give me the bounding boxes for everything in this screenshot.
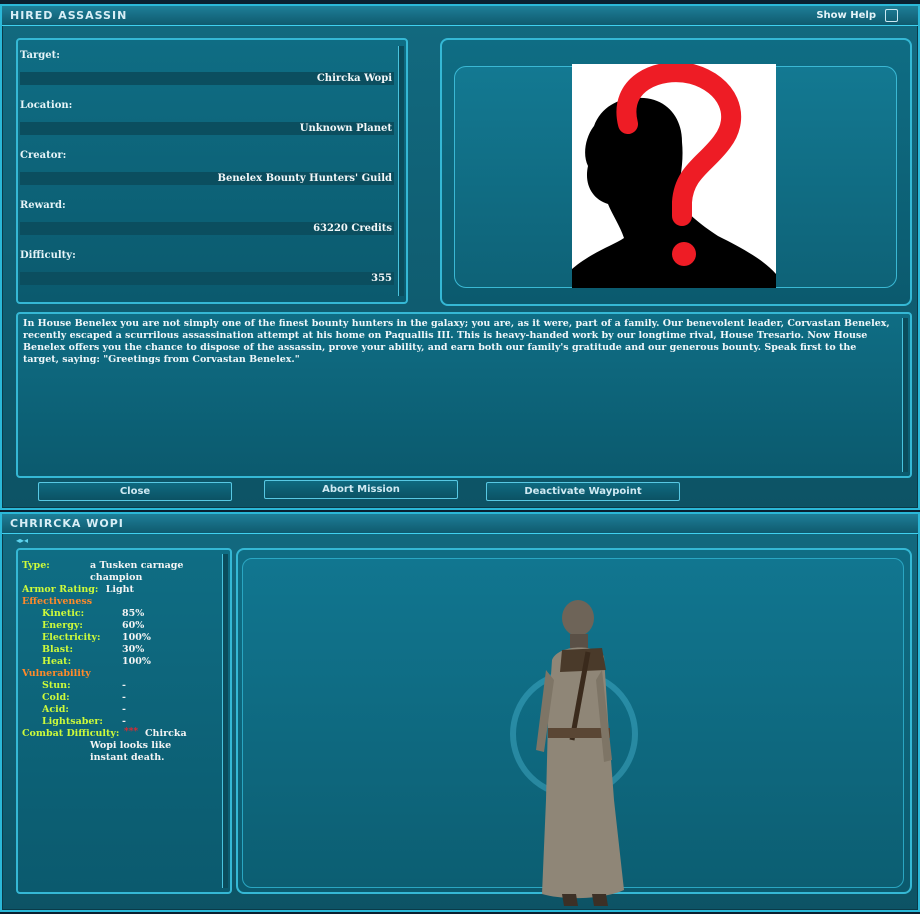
- stat-name: Energy:: [42, 620, 83, 631]
- reward-value: 63220 Credits: [313, 223, 392, 234]
- silhouette-question-icon: [572, 62, 776, 288]
- info-field-target: Target: Chircka Wopi: [18, 50, 406, 90]
- abort-mission-button[interactable]: Abort Mission: [264, 480, 458, 499]
- info-field-reward: Reward: 63220 Credits: [18, 200, 406, 240]
- close-button[interactable]: Close: [38, 482, 232, 501]
- stat-row: Kinetic: 85%: [22, 608, 144, 620]
- stat-row: Electricity: 100%: [22, 632, 151, 644]
- difficulty-value-bar: [20, 272, 394, 285]
- stat-name: Blast:: [42, 644, 74, 655]
- stat-name: Kinetic:: [42, 608, 85, 619]
- deactivate-waypoint-button[interactable]: Deactivate Waypoint: [486, 482, 680, 501]
- creature-stats-panel: Type: a Tusken carnage champion Armor Ra…: [16, 548, 232, 894]
- stat-name: Acid:: [42, 704, 69, 715]
- creature-window-title: CHRIRCKA WOPI: [10, 517, 124, 530]
- armor-row: Armor Rating: Light: [22, 584, 134, 596]
- stat-value: -: [122, 680, 126, 691]
- difficulty-value: 355: [371, 273, 392, 284]
- creator-value: Benelex Bounty Hunters' Guild: [217, 173, 392, 184]
- arrows-icon: ◂▸◂: [16, 536, 29, 545]
- info-field-creator: Creator: Benelex Bounty Hunters' Guild: [18, 150, 406, 190]
- effectiveness-header: Effectiveness: [22, 596, 93, 607]
- stat-value: 100%: [122, 632, 151, 643]
- stats-scrollbar[interactable]: [222, 554, 228, 888]
- stat-row: Cold: -: [22, 692, 134, 704]
- stat-row: Lightsaber: -: [22, 716, 134, 728]
- creature-title-bar[interactable]: CHRIRCKA WOPI: [2, 514, 918, 534]
- reward-label: Reward:: [20, 200, 66, 211]
- stat-value: -: [122, 716, 126, 727]
- stat-name: Lightsaber:: [42, 716, 103, 727]
- type-row: Type: a Tusken carnage champion: [22, 560, 183, 583]
- tusken-figure: [536, 600, 624, 906]
- target-value: Chircka Wopi: [316, 73, 392, 84]
- unknown-target-image: [572, 62, 776, 288]
- target-portrait-panel: [440, 38, 912, 306]
- stat-name: Cold:: [42, 692, 70, 703]
- stat-value: -: [122, 692, 126, 703]
- creator-label: Creator:: [20, 150, 67, 161]
- title-bar[interactable]: HIRED ASSASSIN Show Help: [2, 6, 918, 26]
- stat-value: 100%: [122, 656, 151, 667]
- description-scrollbar[interactable]: [902, 318, 908, 472]
- stat-row: Heat: 100%: [22, 656, 151, 668]
- info-scrollbar[interactable]: [398, 46, 404, 296]
- stat-value: 85%: [122, 608, 145, 619]
- stat-name: Electricity:: [42, 632, 101, 643]
- vulnerability-header: Vulnerability: [22, 668, 91, 679]
- armor-value: Light: [105, 584, 134, 595]
- type-label: Type:: [22, 560, 50, 571]
- effectiveness-header-row: Effectiveness: [22, 596, 134, 608]
- stat-row: Acid: -: [22, 704, 134, 716]
- target-label: Target:: [20, 50, 60, 61]
- info-field-location: Location: Unknown Planet: [18, 100, 406, 140]
- type-spacer: [22, 572, 134, 584]
- stat-row: Energy: 60%: [22, 620, 144, 632]
- show-help-label[interactable]: Show Help: [816, 10, 876, 21]
- difficulty-label: Difficulty:: [20, 250, 76, 261]
- vulnerability-header-row: Vulnerability: [22, 668, 134, 680]
- stat-value: -: [122, 704, 126, 715]
- stat-name: Heat:: [42, 656, 72, 667]
- info-field-difficulty: Difficulty: 355: [18, 250, 406, 290]
- window-title: HIRED ASSASSIN: [10, 9, 128, 22]
- stat-value: 30%: [122, 644, 145, 655]
- creature-viewer-panel[interactable]: [236, 548, 912, 906]
- stats-list: Type: a Tusken carnage champion Armor Ra…: [22, 560, 187, 764]
- location-value: Unknown Planet: [299, 123, 392, 134]
- armor-label: Armor Rating:: [22, 584, 99, 595]
- combat-row: Combat Difficulty: *** Chircka Wopi look…: [22, 727, 187, 764]
- stat-row: Blast: 30%: [22, 644, 144, 656]
- combat-difficulty-text: Chircka Wopi looks like instant death.: [90, 728, 187, 763]
- location-label: Location:: [20, 100, 73, 111]
- stat-value: 60%: [122, 620, 145, 631]
- mission-info-panel: Target: Chircka Wopi Location: Unknown P…: [16, 38, 408, 304]
- hired-assassin-window: HIRED ASSASSIN Show Help Target: Chircka…: [0, 4, 920, 510]
- mission-description-panel: In House Benelex you are not simply one …: [16, 312, 912, 478]
- show-help-checkbox[interactable]: [885, 9, 898, 22]
- stat-row: Stun: -: [22, 680, 134, 692]
- creature-examine-window: CHRIRCKA WOPI ◂▸◂ Type: a Tusken carnage…: [0, 512, 920, 912]
- mission-description: In House Benelex you are not simply one …: [23, 318, 890, 365]
- stat-name: Stun:: [42, 680, 71, 691]
